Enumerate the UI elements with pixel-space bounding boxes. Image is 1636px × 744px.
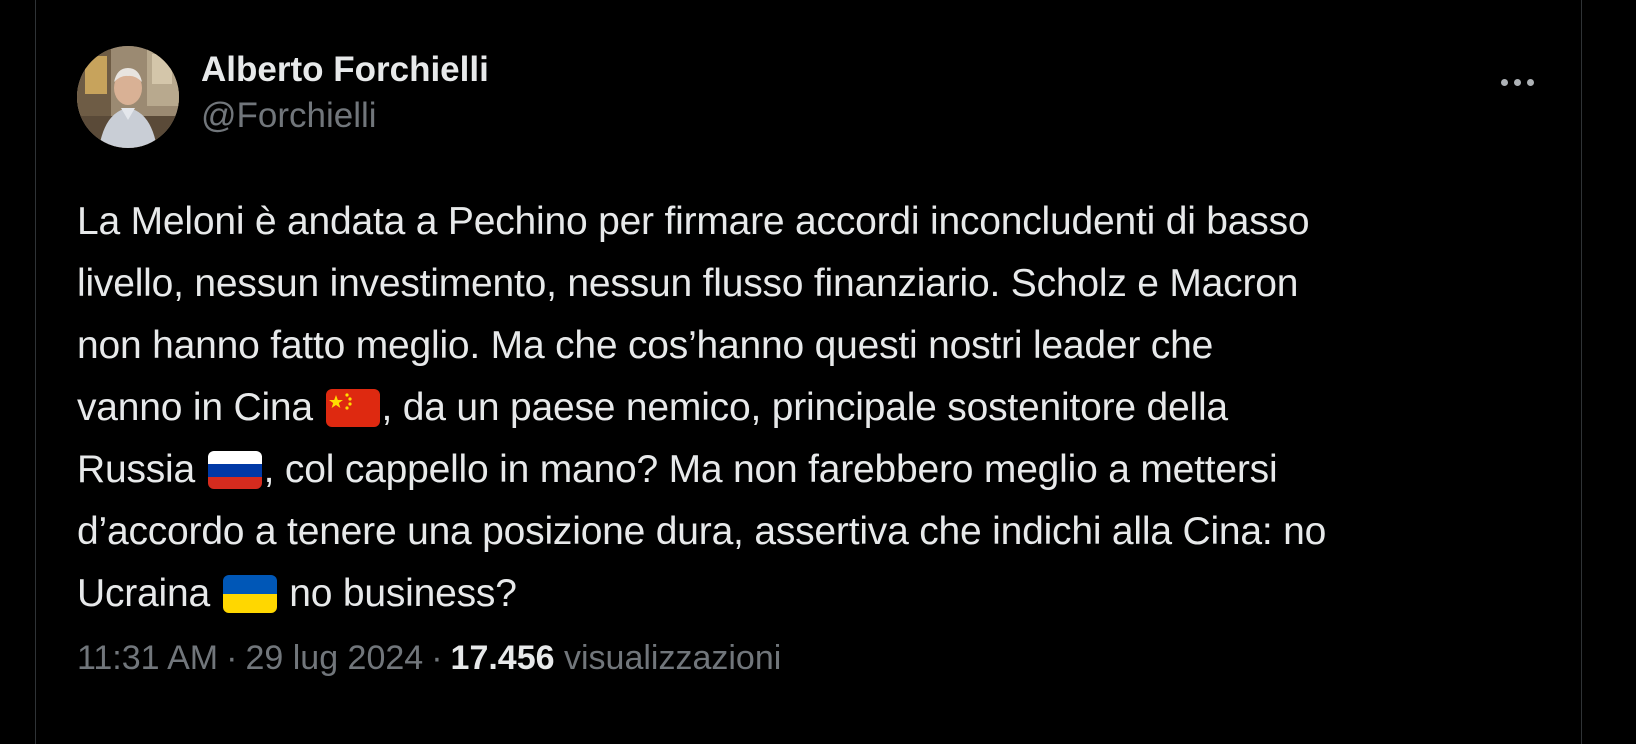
views-count: 17.456: [450, 639, 555, 677]
tweet: Alberto Forchielli @Forchielli La Meloni…: [77, 46, 1543, 744]
tweet-text-line: Ucraina no business?: [77, 563, 1543, 625]
tweet-text-segment: , col cappello in mano? Ma non farebbero…: [263, 448, 1278, 491]
tweet-text-line: d’accordo a tenere una posizione dura, a…: [77, 510, 1327, 553]
views-label: visualizzazioni: [563, 639, 782, 677]
meta-separator: ·: [226, 639, 238, 677]
avatar[interactable]: [77, 46, 179, 148]
tweet-text-line: livello, nessun investimento, nessun flu…: [77, 262, 1299, 305]
tweet-text: La Meloni è andata a Pechino per firmare…: [77, 191, 1543, 625]
tweet-text-segment: Ucraina: [77, 572, 221, 615]
author-display-name[interactable]: Alberto Forchielli: [201, 48, 489, 92]
tweet-text-line: Russia , col cappello in mano? Ma non fa…: [77, 439, 1543, 501]
avatar-photo: [77, 46, 179, 148]
tweet-text-segment: Russia: [77, 448, 206, 491]
russia-flag-icon: [207, 451, 262, 489]
more-horizontal-icon: [1498, 78, 1537, 86]
more-options-button[interactable]: [1491, 66, 1543, 98]
tweet-meta: 11:31 AM · 29 lug 2024 · 17.456 visualizzazi…: [77, 635, 781, 681]
author-names: Alberto Forchielli @Forchielli: [201, 48, 489, 140]
china-flag-icon: [325, 389, 380, 427]
author-handle[interactable]: @Forchielli: [201, 92, 489, 140]
tweet-text-line: La Meloni è andata a Pechino per firmare…: [77, 200, 1310, 243]
ukraine-flag-icon: [222, 575, 277, 613]
tweet-text-segment: vanno in Cina: [77, 386, 324, 429]
timeline-left-border: [35, 0, 36, 744]
tweet-text-line: vanno in Cina , da un paese nemico, prin…: [77, 377, 1543, 439]
tweet-text-segment: no business?: [278, 572, 517, 615]
tweet-time[interactable]: 11:31 AM: [77, 639, 218, 677]
timeline-right-border: [1581, 0, 1582, 744]
meta-separator: ·: [431, 639, 443, 677]
tweet-text-line: non hanno fatto meglio. Ma che cos’hanno…: [77, 324, 1214, 367]
tweet-header: Alberto Forchielli @Forchielli: [77, 46, 1543, 150]
tweet-text-segment: , da un paese nemico, principale sosteni…: [381, 386, 1229, 429]
tweet-date[interactable]: 29 lug 2024: [245, 639, 423, 677]
